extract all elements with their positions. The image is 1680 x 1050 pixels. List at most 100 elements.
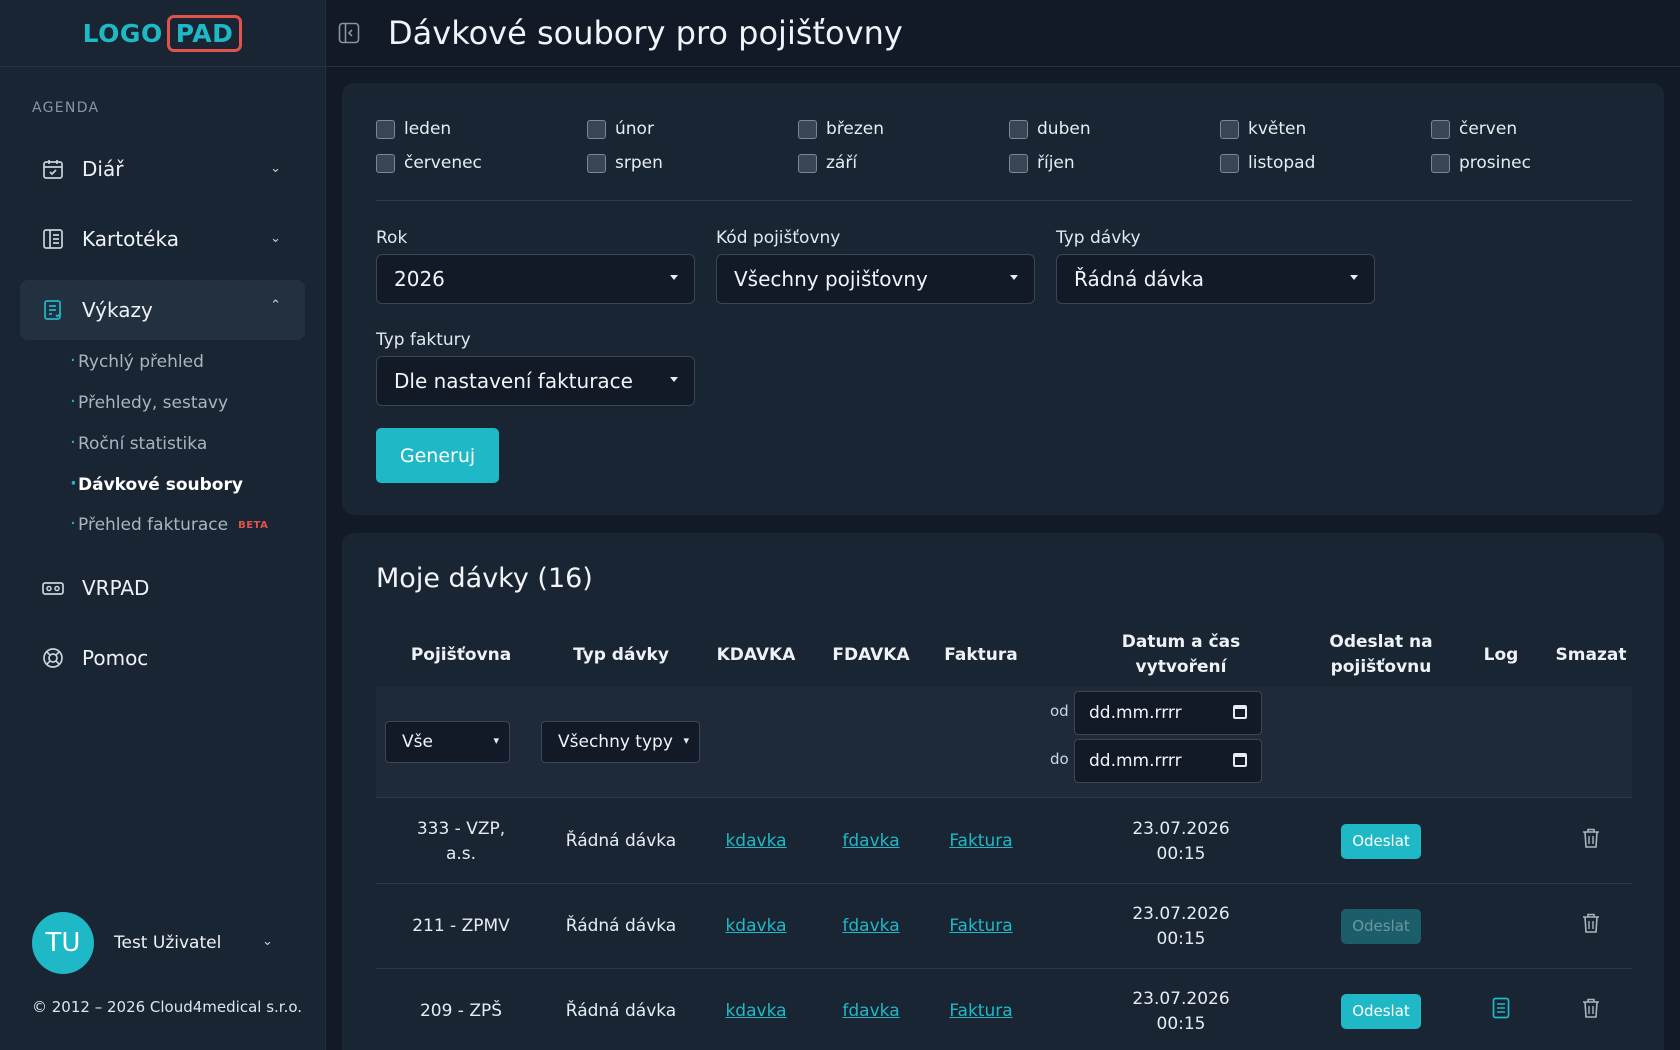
user-menu[interactable]: TU Test Uživatel ⌄ bbox=[32, 912, 273, 974]
generate-button[interactable]: Generuj bbox=[376, 428, 499, 483]
column-header-created: Datum a čas vytvoření bbox=[1121, 632, 1241, 677]
trash-icon[interactable] bbox=[1582, 912, 1600, 942]
logo-text-boxed: PAD bbox=[166, 14, 243, 52]
insurer-cell: 211 - ZPMV bbox=[376, 884, 546, 969]
checkbox[interactable] bbox=[1220, 153, 1239, 173]
caret-down-icon bbox=[670, 377, 678, 382]
calendar-icon[interactable] bbox=[1233, 705, 1247, 719]
sidebar-item-pomoc[interactable]: Pomoc bbox=[20, 628, 305, 688]
month-checkbox[interactable]: květen bbox=[1220, 119, 1431, 139]
generate-panel: leden únor březen duben květen červen červenec… bbox=[342, 83, 1664, 515]
month-label: leden bbox=[404, 119, 452, 139]
invoice-cell: Faktura bbox=[916, 799, 1046, 884]
kdavka-cell: kdavka bbox=[691, 884, 821, 969]
checkbox[interactable] bbox=[798, 153, 817, 173]
batch-type-select[interactable]: Řádná dávka bbox=[1056, 254, 1375, 304]
month-checkbox[interactable]: srpen bbox=[587, 153, 798, 173]
sidebar-subitem-prehledy[interactable]: Přehledy, sestavy bbox=[70, 391, 229, 413]
send-button[interactable]: Odeslat bbox=[1341, 909, 1421, 944]
kdavka-link[interactable]: kdavka bbox=[725, 999, 786, 1024]
trash-icon[interactable] bbox=[1582, 827, 1600, 857]
column-header-insurer: Pojišťovna bbox=[410, 644, 512, 665]
vr-headset-icon bbox=[40, 575, 66, 601]
table-row: 209 - ZPŠ Řádná dávka kdavka fdavka Faktura 2… bbox=[376, 969, 1632, 1050]
sidebar-subitem-label: Roční statistika bbox=[78, 434, 208, 454]
month-checkbox[interactable]: červen bbox=[1431, 119, 1642, 139]
batches-panel: Moje dávky (16) Pojišťovna Typ dávky KDA… bbox=[342, 533, 1664, 1050]
invoice-link[interactable]: Faktura bbox=[949, 829, 1012, 854]
sidebar-item-kartoteka[interactable]: Kartotéka ⌄ bbox=[20, 209, 305, 269]
month-checkbox[interactable]: červenec bbox=[376, 153, 587, 173]
checkbox[interactable] bbox=[1431, 153, 1450, 173]
insurer-select[interactable]: Všechny pojišťovny bbox=[716, 254, 1035, 304]
month-checkbox[interactable]: leden bbox=[376, 119, 587, 139]
sidebar-item-label: VRPAD bbox=[82, 576, 150, 600]
checkbox[interactable] bbox=[1009, 119, 1028, 139]
invoice-type-select[interactable]: Dle nastavení fakturace bbox=[376, 356, 695, 406]
date-to-input[interactable]: dd.mm.rrrr bbox=[1074, 739, 1262, 783]
kdavka-link[interactable]: kdavka bbox=[725, 829, 786, 854]
insurer-filter-select[interactable]: Vše ▾ bbox=[385, 721, 510, 763]
checkbox[interactable] bbox=[587, 119, 606, 139]
lifebuoy-icon bbox=[40, 645, 66, 671]
type-cell: Řádná dávka bbox=[565, 831, 677, 851]
created-cell: 23.07.2026 00:15 bbox=[1111, 884, 1251, 969]
kdavka-link[interactable]: kdavka bbox=[725, 914, 786, 939]
column-header-log: Log bbox=[1483, 644, 1519, 665]
column-header-kdavka: KDAVKA bbox=[716, 644, 796, 665]
year-select[interactable]: 2026 bbox=[376, 254, 695, 304]
checkbox[interactable] bbox=[798, 119, 817, 139]
checkbox[interactable] bbox=[1009, 153, 1028, 173]
month-checkbox[interactable]: říjen bbox=[1009, 153, 1220, 173]
insurer-cell: 333 - VZP, a.s. bbox=[376, 799, 546, 884]
send-button[interactable]: Odeslat bbox=[1341, 994, 1421, 1029]
month-checkbox[interactable]: listopad bbox=[1220, 153, 1431, 173]
invoice-cell: Faktura bbox=[916, 969, 1046, 1050]
chevron-down-icon: ⌄ bbox=[270, 161, 281, 176]
invoice-link[interactable]: Faktura bbox=[949, 999, 1012, 1024]
checkbox[interactable] bbox=[376, 153, 395, 173]
date-from-input[interactable]: dd.mm.rrrr bbox=[1074, 691, 1262, 735]
sidebar-item-diar[interactable]: Diář ⌄ bbox=[20, 139, 305, 199]
year-value: 2026 bbox=[394, 267, 445, 291]
page-title: Dávkové soubory pro pojišťovny bbox=[388, 14, 903, 52]
sidebar-item-vrpad[interactable]: VRPAD bbox=[20, 558, 305, 618]
month-checkbox[interactable]: prosinec bbox=[1431, 153, 1642, 173]
month-checkbox[interactable]: září bbox=[798, 153, 1009, 173]
type-filter-select[interactable]: Všechny typy ▾ bbox=[541, 721, 700, 763]
chevron-down-icon: ⌄ bbox=[262, 934, 273, 949]
month-checkbox[interactable]: únor bbox=[587, 119, 798, 139]
logo[interactable]: LOGO PAD bbox=[83, 14, 243, 52]
send-button[interactable]: Odeslat bbox=[1341, 824, 1421, 859]
created-time: 00:15 bbox=[1156, 1013, 1206, 1034]
checkbox[interactable] bbox=[376, 119, 395, 139]
caret-down-icon bbox=[1010, 275, 1018, 280]
copyright: © 2012 – 2026 Cloud4medical s.r.o. bbox=[32, 998, 303, 1016]
calendar-icon[interactable] bbox=[1233, 753, 1247, 767]
sidebar-item-vykazy[interactable]: Výkazy ⌃ bbox=[20, 280, 305, 340]
sidebar-subitem-prehled-fakturace[interactable]: Přehled fakturace BETA bbox=[70, 513, 268, 535]
log-icon[interactable] bbox=[1492, 997, 1510, 1027]
invoice-type-label: Typ faktury bbox=[376, 330, 471, 350]
trash-icon[interactable] bbox=[1582, 997, 1600, 1027]
sidebar-subitem-rocni-statistika[interactable]: Roční statistika bbox=[70, 432, 208, 454]
checkbox[interactable] bbox=[587, 153, 606, 173]
fdavka-link[interactable]: fdavka bbox=[842, 829, 899, 854]
fdavka-link[interactable]: fdavka bbox=[842, 914, 899, 939]
checkbox[interactable] bbox=[1431, 119, 1450, 139]
month-checkbox[interactable]: březen bbox=[798, 119, 1009, 139]
month-label: únor bbox=[615, 119, 654, 139]
checkbox[interactable] bbox=[1220, 119, 1239, 139]
logo-bar: LOGO PAD bbox=[0, 0, 325, 67]
sidebar-subitem-davkove-soubory[interactable]: Dávkové soubory bbox=[70, 473, 243, 495]
file-cabinet-icon bbox=[40, 226, 66, 252]
created-time: 00:15 bbox=[1156, 928, 1206, 949]
sidebar-subitem-rychly-prehled[interactable]: Rychlý přehled bbox=[70, 350, 204, 372]
month-checkbox[interactable]: duben bbox=[1009, 119, 1220, 139]
sidebar-subitem-label: Přehledy, sestavy bbox=[78, 393, 229, 413]
created-date: 23.07.2026 bbox=[1132, 818, 1230, 839]
sidebar-collapse-button[interactable] bbox=[336, 20, 362, 46]
month-label: červenec bbox=[404, 153, 482, 173]
invoice-link[interactable]: Faktura bbox=[949, 914, 1012, 939]
fdavka-link[interactable]: fdavka bbox=[842, 999, 899, 1024]
